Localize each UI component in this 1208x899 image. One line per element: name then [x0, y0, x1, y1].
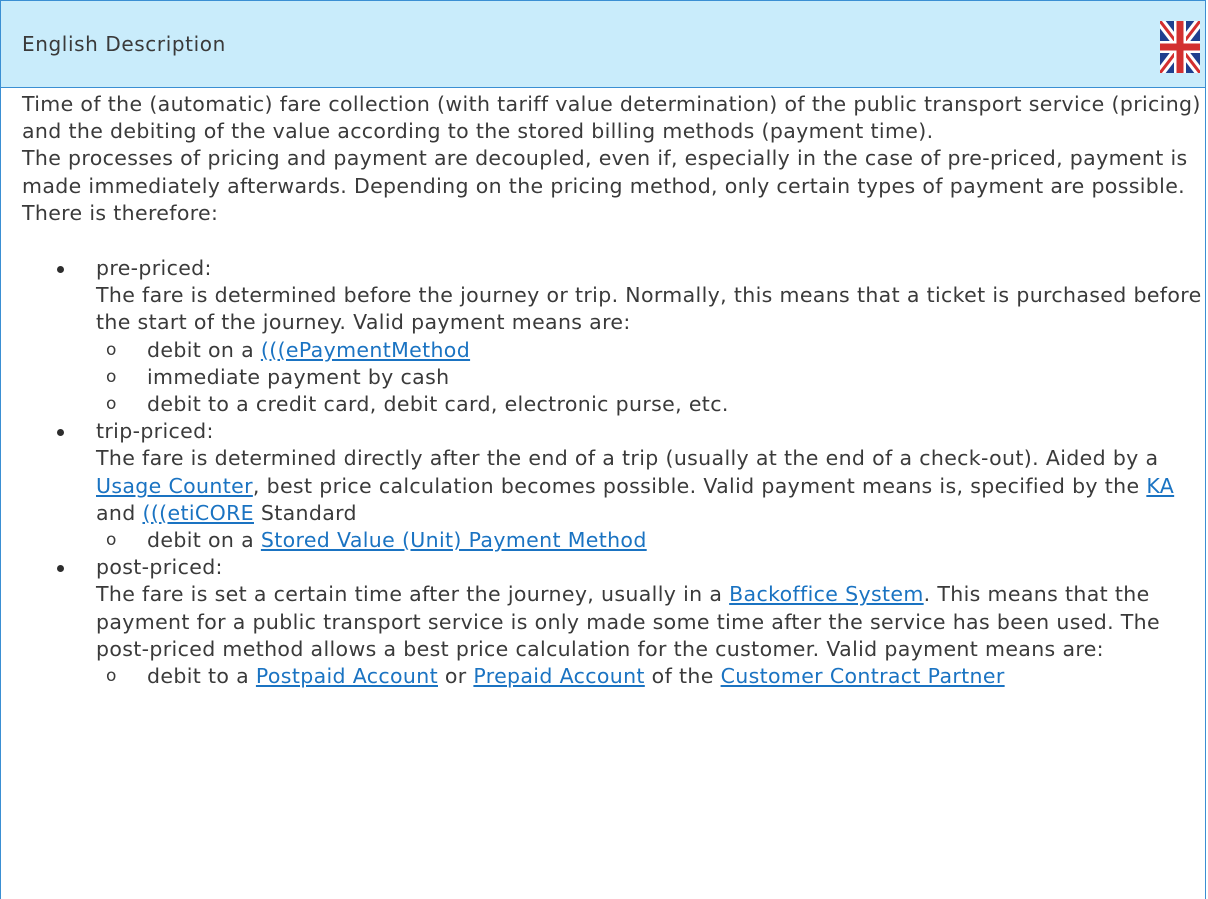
- pre-priced-payment-list: debit on a (((ePaymentMethod immediate p…: [96, 337, 1202, 419]
- post-priced-description: The fare is set a certain time after the…: [96, 582, 1160, 661]
- intro-paragraph-3: There is therefore:: [22, 200, 219, 225]
- stored-value-payment-method-link[interactable]: Stored Value (Unit) Payment Method: [261, 528, 647, 552]
- epaymentmethod-link[interactable]: (((ePaymentMethod: [261, 338, 470, 362]
- intro-paragraph-1: Time of the (automatic) fare collection …: [22, 92, 1201, 144]
- usage-counter-link[interactable]: Usage Counter: [96, 474, 253, 498]
- list-item-post-priced: post-priced: The fare is set a certain t…: [22, 554, 1202, 690]
- customer-contract-partner-link[interactable]: Customer Contract Partner: [721, 664, 1005, 688]
- post-priced-title: post-priced:: [96, 555, 223, 580]
- list-item: debit to a Postpaid Account or Prepaid A…: [96, 663, 1202, 690]
- trip-priced-description: The fare is determined directly after th…: [96, 446, 1175, 525]
- postpaid-account-link[interactable]: Postpaid Account: [256, 664, 438, 688]
- backoffice-system-link[interactable]: Backoffice System: [729, 582, 924, 606]
- list-item: debit on a (((ePaymentMethod: [96, 337, 1202, 364]
- pre-priced-description: The fare is determined before the journe…: [96, 283, 1202, 335]
- list-item: debit to a credit card, debit card, elec…: [96, 391, 1202, 418]
- pricing-methods-list: pre-priced: The fare is determined befor…: [22, 255, 1202, 690]
- panel-title: English Description: [22, 32, 226, 56]
- pre-priced-title: pre-priced:: [96, 256, 212, 281]
- list-item-pre-priced: pre-priced: The fare is determined befor…: [22, 255, 1202, 418]
- description-panel: English Description Time of the (automat…: [0, 0, 1206, 899]
- eticore-link[interactable]: (((etiCORE: [142, 501, 254, 525]
- prepaid-account-link[interactable]: Prepaid Account: [473, 664, 644, 688]
- uk-flag-icon: [1160, 21, 1200, 73]
- intro-paragraph-2: The processes of pricing and payment are…: [22, 146, 1188, 198]
- panel-header: English Description: [1, 0, 1205, 88]
- list-item: debit on a Stored Value (Unit) Payment M…: [96, 527, 1202, 554]
- post-priced-payment-list: debit to a Postpaid Account or Prepaid A…: [96, 663, 1202, 690]
- ka-link[interactable]: KA: [1146, 474, 1174, 498]
- list-item: immediate payment by cash: [96, 364, 1202, 391]
- list-item-trip-priced: trip-priced: The fare is determined dire…: [22, 418, 1202, 554]
- description-body: Time of the (automatic) fare collection …: [22, 91, 1202, 690]
- trip-priced-payment-list: debit on a Stored Value (Unit) Payment M…: [96, 527, 1202, 554]
- trip-priced-title: trip-priced:: [96, 419, 214, 444]
